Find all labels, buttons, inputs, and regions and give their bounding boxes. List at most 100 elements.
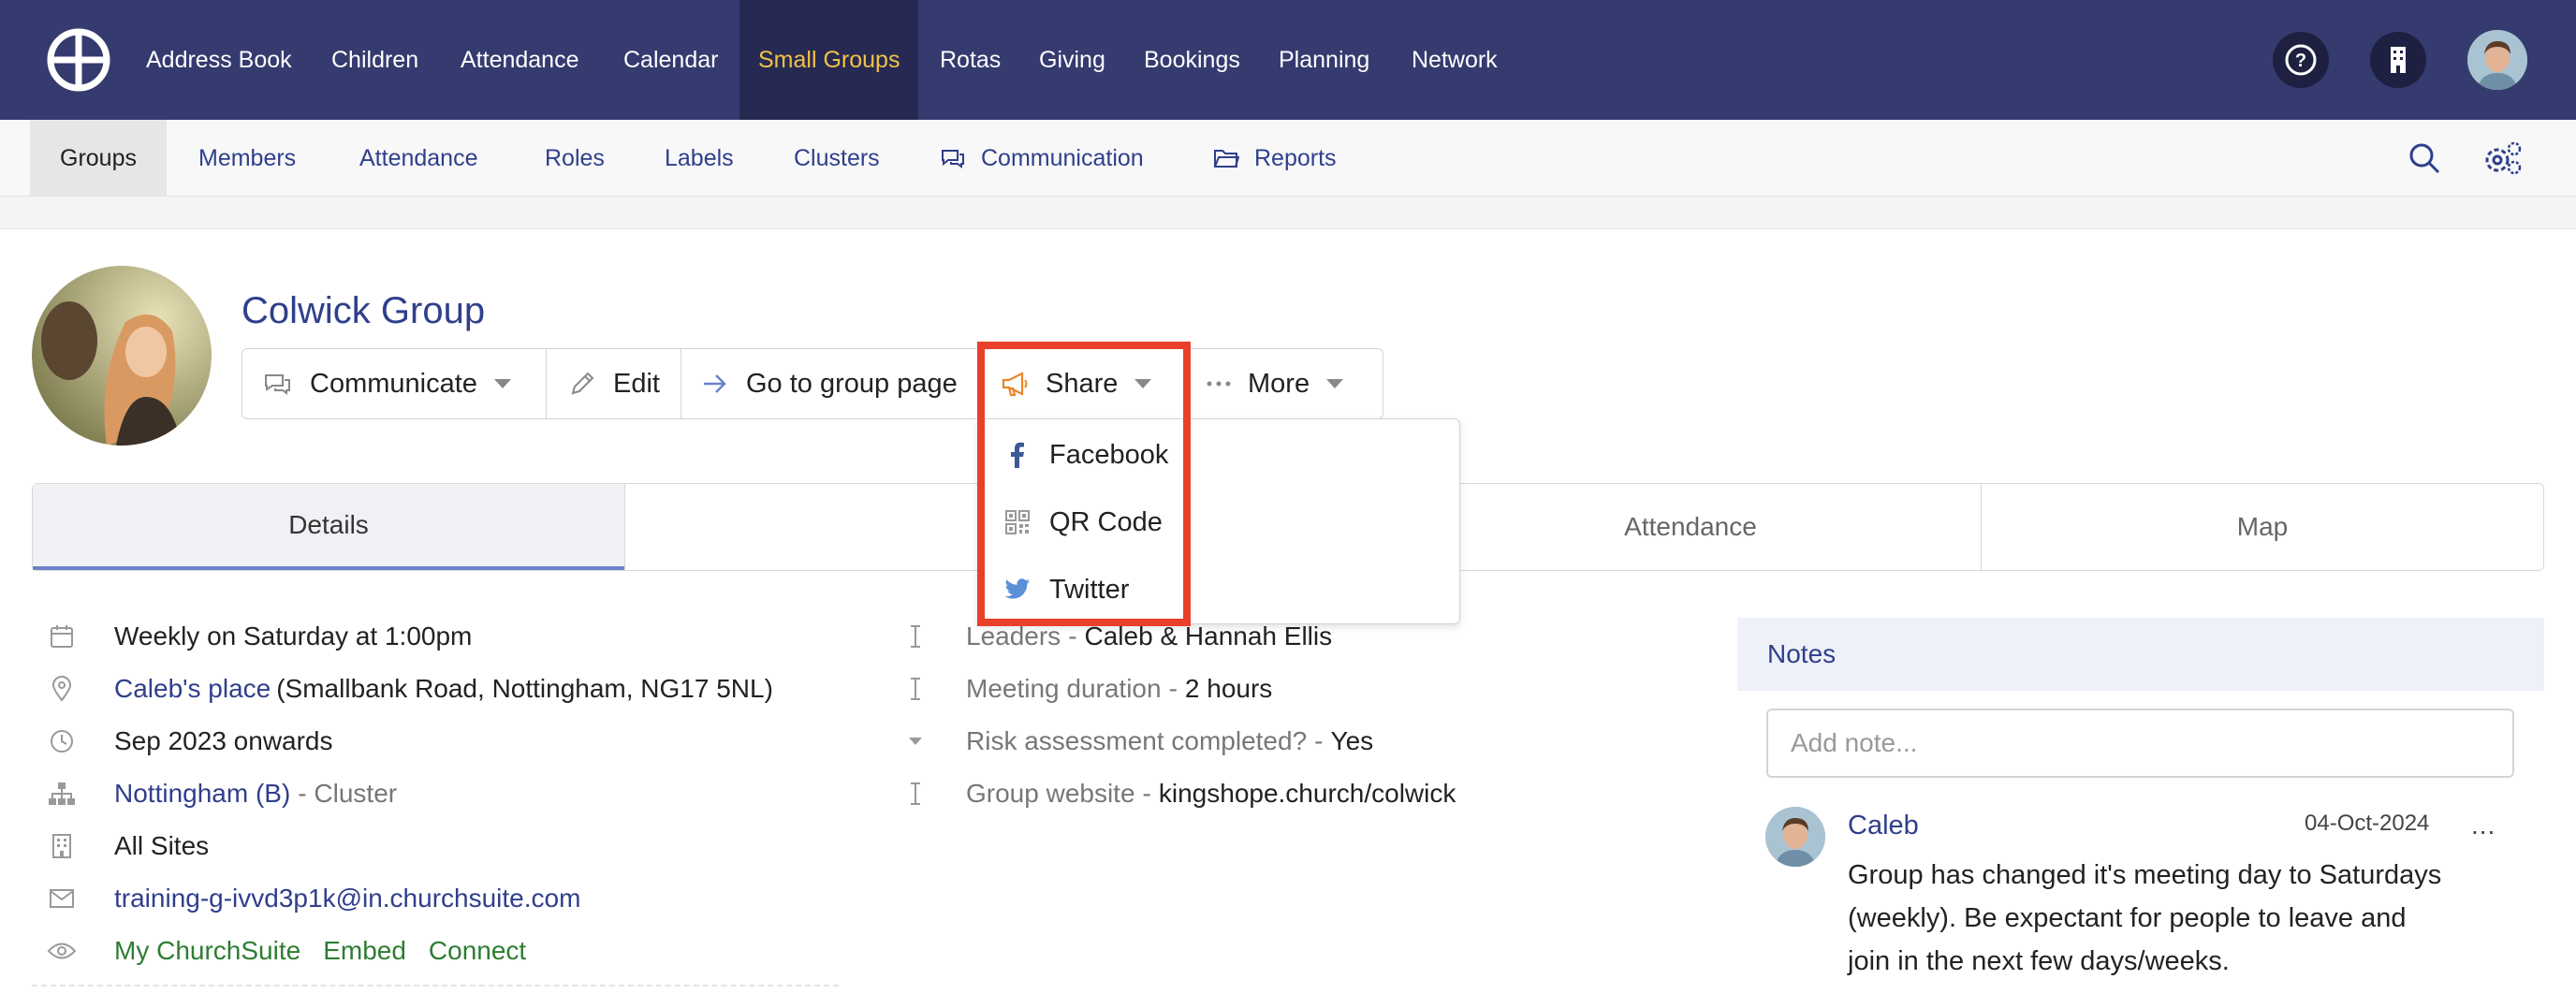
chat-icon — [940, 120, 966, 197]
nav-bookings[interactable]: Bookings — [1144, 0, 1240, 120]
detail-visibility: My ChurchSuite Embed Connect — [45, 932, 526, 970]
go-to-group-page-button[interactable]: Go to group page — [701, 349, 958, 418]
caret-down-icon — [899, 736, 932, 747]
field-value: kingshope.church/colwick — [1158, 779, 1456, 808]
share-label: Share — [1046, 368, 1119, 399]
visibility-my-churchsuite: My ChurchSuite — [114, 936, 301, 965]
share-twitter-label: Twitter — [1049, 574, 1130, 605]
hierarchy-icon — [45, 781, 79, 807]
field-meeting-duration: Meeting duration - 2 hours — [899, 670, 1272, 708]
details-divider — [32, 985, 839, 987]
building-icon — [45, 833, 79, 859]
nav-giving[interactable]: Giving — [1039, 0, 1105, 120]
svg-text:?: ? — [2295, 51, 2306, 71]
group-toolbar: Communicate Edit Go to group page Share … — [242, 348, 1383, 419]
nav-rotas[interactable]: Rotas — [940, 0, 1001, 120]
visibility-connect: Connect — [428, 936, 527, 965]
note-author-avatar — [1765, 807, 1825, 867]
settings-icon[interactable] — [2482, 120, 2524, 197]
edit-label: Edit — [613, 368, 660, 399]
subnav-clusters[interactable]: Clusters — [794, 120, 880, 197]
group-title: Colwick Group — [242, 290, 486, 331]
schedule-text: Weekly on Saturday at 1:00pm — [114, 621, 473, 650]
qr-code-icon — [1003, 510, 1032, 534]
location-address: (Smallbank Road, Nottingham, NG17 5NL) — [276, 674, 773, 703]
location-link[interactable]: Caleb's place — [114, 674, 271, 704]
field-label: Leaders — [966, 621, 1061, 650]
text-cursor-icon — [899, 782, 932, 806]
note-date: 04-Oct-2024 — [2305, 811, 2430, 836]
subnav-labels[interactable]: Labels — [665, 120, 734, 197]
subnav-communication[interactable]: Communication — [981, 120, 1144, 197]
visibility-embed: Embed — [323, 936, 406, 965]
detail-location: Caleb's place (Smallbank Road, Nottingha… — [45, 670, 773, 708]
detail-schedule: Weekly on Saturday at 1:00pm — [45, 618, 472, 655]
nav-children[interactable]: Children — [331, 0, 418, 120]
dates-text: Sep 2023 onwards — [114, 726, 333, 755]
twitter-icon — [1003, 578, 1032, 601]
text-cursor-icon — [899, 677, 932, 701]
map-pin-icon — [45, 676, 79, 702]
share-dropdown-menu: Facebook QR Code Twitter — [977, 418, 1460, 624]
subnav-roles[interactable]: Roles — [545, 120, 605, 197]
text-cursor-icon — [899, 624, 932, 649]
edit-button[interactable]: Edit — [568, 349, 660, 418]
notes-header: Notes — [1737, 618, 2544, 691]
pencil-icon — [568, 370, 596, 398]
note-author[interactable]: Caleb — [1848, 811, 1919, 841]
detail-cluster: Nottingham (B) - Cluster — [45, 775, 397, 812]
chevron-down-icon — [493, 379, 511, 388]
help-icon[interactable]: ? — [2273, 32, 2329, 88]
tab-details[interactable]: Details — [33, 484, 624, 570]
note-options-button[interactable]: ... — [2471, 811, 2496, 841]
more-button[interactable]: More — [1207, 349, 1344, 418]
subnav-reports[interactable]: Reports — [1254, 120, 1337, 197]
add-note-input[interactable] — [1766, 709, 2514, 778]
envelope-icon — [45, 888, 79, 909]
subnav-members[interactable]: Members — [198, 120, 296, 197]
field-label: Group website — [966, 779, 1135, 808]
more-label: More — [1248, 368, 1310, 399]
arrow-right-icon — [701, 372, 729, 396]
folder-icon — [1213, 120, 1239, 197]
share-qr-code-label: QR Code — [1049, 506, 1163, 537]
cluster-suffix: - Cluster — [298, 779, 398, 808]
building-icon[interactable] — [2370, 32, 2426, 88]
nav-attendance[interactable]: Attendance — [461, 0, 579, 120]
churchsuite-logo-icon[interactable] — [47, 28, 110, 92]
nav-small-groups[interactable]: Small Groups — [739, 0, 919, 120]
detail-sites: All Sites — [45, 827, 209, 865]
field-label: Meeting duration — [966, 674, 1162, 703]
subnav-groups[interactable]: Groups — [30, 120, 167, 197]
search-icon[interactable] — [2408, 120, 2441, 197]
facebook-icon — [1003, 442, 1032, 468]
share-facebook[interactable]: Facebook — [1003, 436, 1168, 474]
field-risk-assessment: Risk assessment completed? - Yes — [899, 723, 1373, 760]
cluster-link[interactable]: Nottingham (B) — [114, 779, 290, 809]
tab-map[interactable]: Map — [1982, 484, 2543, 570]
user-avatar[interactable] — [2467, 30, 2527, 90]
nav-address-book[interactable]: Address Book — [146, 0, 292, 120]
share-button[interactable]: Share — [1001, 349, 1152, 418]
tab-attendance[interactable]: Attendance — [1400, 484, 1981, 570]
field-value: Caleb & Hannah Ellis — [1084, 621, 1333, 650]
sites-text: All Sites — [114, 831, 210, 860]
clock-icon — [45, 728, 79, 754]
chevron-down-icon — [1134, 379, 1152, 388]
share-twitter[interactable]: Twitter — [1003, 571, 1129, 608]
nav-calendar[interactable]: Calendar — [623, 0, 718, 120]
chat-icon — [263, 372, 293, 396]
subnav-attendance[interactable]: Attendance — [359, 120, 478, 197]
detail-dates: Sep 2023 onwards — [45, 723, 333, 760]
nav-planning[interactable]: Planning — [1279, 0, 1369, 120]
notes-title: Notes — [1767, 639, 1837, 668]
share-qr-code[interactable]: QR Code — [1003, 504, 1163, 541]
toolbar-divider — [546, 349, 547, 418]
nav-network[interactable]: Network — [1412, 0, 1498, 120]
megaphone-icon — [1001, 370, 1031, 398]
chevron-down-icon — [1326, 379, 1344, 388]
group-photo — [32, 266, 212, 446]
communicate-button[interactable]: Communicate — [263, 349, 511, 418]
group-email-link[interactable]: training-g-ivvd3p1k@in.churchsuite.com — [114, 884, 580, 914]
communicate-label: Communicate — [310, 368, 477, 399]
